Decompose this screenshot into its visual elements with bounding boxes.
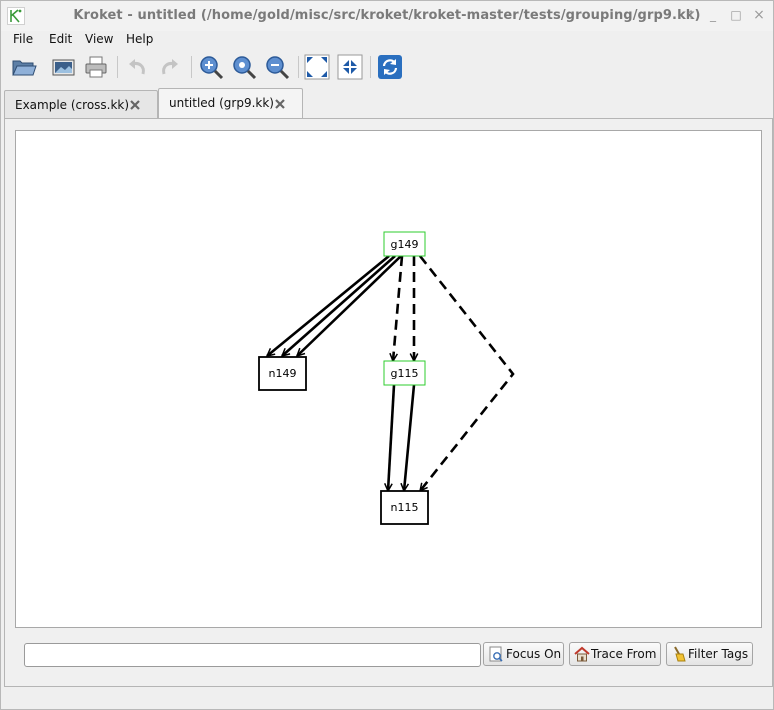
node-label-n115: n115 — [390, 501, 419, 514]
keep-above-button[interactable]: ↑ — [683, 7, 699, 23]
export-image-icon[interactable] — [49, 53, 77, 81]
menu-file[interactable]: File — [13, 32, 33, 46]
menu-edit[interactable]: Edit — [49, 32, 72, 46]
node-label-g115: g115 — [390, 367, 419, 380]
toolbar-separator — [117, 56, 118, 78]
maximize-button[interactable]: □ — [728, 7, 744, 23]
home-icon — [574, 646, 590, 662]
fullscreen-icon[interactable] — [303, 53, 331, 81]
undo-icon[interactable] — [123, 53, 151, 81]
focus-icon — [489, 646, 503, 662]
tab-bar: Example (cross.kk) untitled (grp9.kk) — [1, 87, 773, 120]
print-icon[interactable] — [82, 53, 110, 81]
node-label-n149: n149 — [268, 367, 297, 380]
trace-from-label: Trace From — [591, 647, 657, 661]
filter-tags-button[interactable]: Filter Tags — [666, 642, 753, 666]
search-input[interactable] — [24, 643, 481, 667]
toolbar-separator — [370, 56, 371, 78]
focus-on-label: Focus On — [506, 647, 562, 661]
close-icon[interactable] — [129, 99, 141, 111]
toolbar-separator — [191, 56, 192, 78]
toolbar — [1, 49, 773, 87]
app-window: Kroket - untitled (/home/gold/misc/src/k… — [0, 0, 774, 710]
graph-edge — [267, 254, 390, 356]
graph-edge — [420, 255, 515, 491]
menu-bar: File Edit View Help — [1, 31, 773, 49]
graph-edge — [388, 384, 396, 491]
status-bar — [4, 687, 771, 707]
tab-label: untitled (grp9.kk) — [169, 96, 274, 110]
zoom-out-icon[interactable] — [263, 53, 291, 81]
menu-view[interactable]: View — [85, 32, 113, 46]
node-label-g149: g149 — [390, 238, 419, 251]
close-icon[interactable] — [274, 98, 286, 110]
graph-canvas[interactable]: g149 n149 g115 n115 — [15, 130, 762, 628]
tab-label: Example (cross.kk) — [15, 98, 130, 112]
graph-edge — [297, 255, 402, 356]
trace-from-button[interactable]: Trace From — [569, 642, 661, 666]
graph-edge — [282, 255, 396, 356]
refresh-icon[interactable] — [376, 53, 404, 81]
menu-help[interactable]: Help — [126, 32, 153, 46]
window-title: Kroket - untitled (/home/gold/misc/src/k… — [73, 8, 701, 23]
graph-edge — [404, 384, 416, 491]
minimize-button[interactable]: _ — [705, 7, 721, 23]
tab-untitled-grp9[interactable]: untitled (grp9.kk) — [158, 88, 303, 120]
fit-selection-icon[interactable] — [336, 53, 364, 81]
graph-edge — [393, 255, 404, 361]
filter-tags-label: Filter Tags — [688, 647, 749, 661]
zoom-in-icon[interactable] — [197, 53, 225, 81]
open-icon[interactable] — [10, 53, 38, 81]
focus-on-button[interactable]: Focus On — [483, 642, 564, 666]
title-bar[interactable]: Kroket - untitled (/home/gold/misc/src/k… — [1, 1, 773, 31]
broom-icon — [674, 646, 686, 662]
toolbar-separator — [298, 56, 299, 78]
redo-icon[interactable] — [156, 53, 184, 81]
close-window-button[interactable]: × — [751, 7, 767, 23]
tab-example-cross[interactable]: Example (cross.kk) — [4, 90, 158, 119]
zoom-fit-icon[interactable] — [230, 53, 258, 81]
